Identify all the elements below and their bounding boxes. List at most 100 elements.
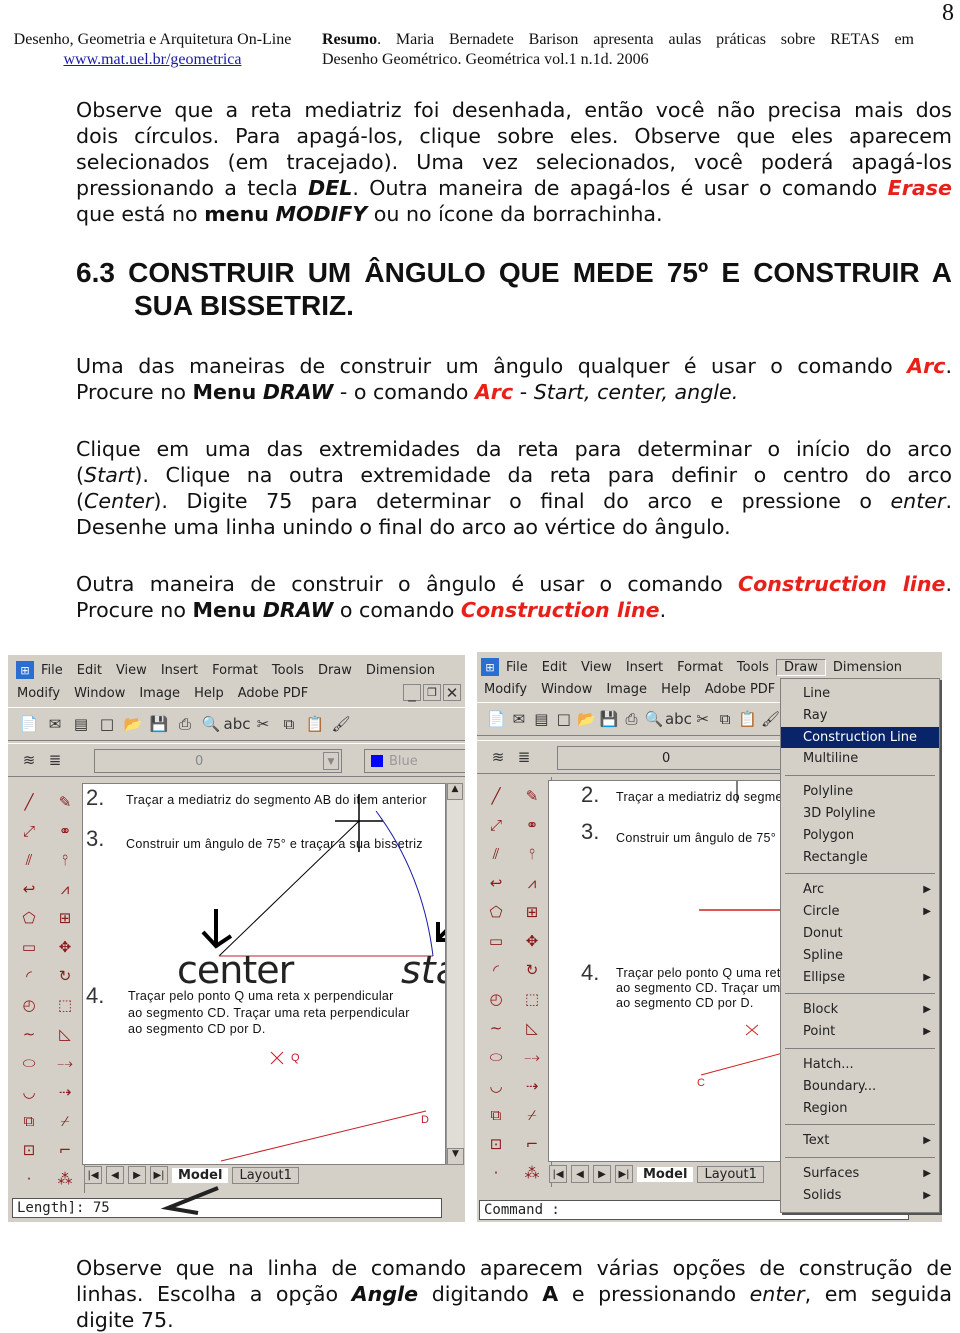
trim-icon[interactable]: ⤍ <box>515 1042 549 1071</box>
draw-menu-item-ray[interactable]: Ray <box>781 705 939 727</box>
layers-icon[interactable]: ≋ <box>18 749 40 771</box>
vertical-scrollbar[interactable]: ▲ ▼ <box>446 783 464 1165</box>
construction-line-icon[interactable]: ⤢ <box>479 810 513 839</box>
next-tab-icon[interactable]: ▶ <box>128 1166 146 1184</box>
new-icon[interactable]: □ <box>555 708 573 730</box>
cut-icon[interactable]: ✂ <box>693 708 711 730</box>
draw-menu-item-point[interactable]: Point ▶ <box>781 1021 939 1043</box>
print-preview-icon[interactable]: 🔍 <box>200 713 222 735</box>
pdf-icon[interactable]: 📄 <box>487 708 506 730</box>
menu-modify[interactable]: Modify <box>10 686 67 701</box>
new-icon[interactable]: □ <box>96 713 118 735</box>
insert-block-icon[interactable]: ⧉ <box>12 1106 46 1135</box>
tab-model[interactable]: Model <box>172 1167 229 1183</box>
print-preview-icon[interactable]: 🔍 <box>645 708 664 730</box>
pdf-review-icon[interactable]: ▤ <box>70 713 92 735</box>
multiline-icon[interactable]: ⫽ <box>12 845 46 874</box>
menu-image[interactable]: Image <box>599 682 654 697</box>
menu-adobe-pdf[interactable]: Adobe PDF <box>698 682 783 697</box>
menu-dimension[interactable]: Dimension <box>826 660 909 675</box>
rotate-icon[interactable]: ↻ <box>515 955 549 984</box>
print-icon[interactable]: ⎙ <box>622 708 640 730</box>
menu-draw[interactable]: Draw <box>311 663 359 678</box>
polygon-icon[interactable]: ⬠ <box>12 903 46 932</box>
open-icon[interactable]: 📂 <box>577 708 596 730</box>
make-block-icon[interactable]: ⊡ <box>479 1129 513 1158</box>
save-icon[interactable]: 💾 <box>148 713 170 735</box>
tab-layout1[interactable]: Layout1 <box>232 1166 299 1184</box>
erase-icon[interactable]: ✎ <box>515 781 549 810</box>
circle-icon[interactable]: ◴ <box>479 984 513 1013</box>
draw-menu-item-construction-line[interactable]: Construction Line <box>781 726 939 749</box>
color-dropdown[interactable]: Blue <box>364 749 465 773</box>
draw-menu-item-boundary[interactable]: Boundary... <box>781 1076 939 1098</box>
restore-icon[interactable]: ❐ <box>423 684 441 701</box>
menu-tools[interactable]: Tools <box>730 660 776 675</box>
menu-file[interactable]: File <box>499 660 535 675</box>
rectangle-icon[interactable]: ▭ <box>12 932 46 961</box>
ellipse-arc-icon[interactable]: ◡ <box>12 1077 46 1106</box>
menu-tools[interactable]: Tools <box>265 663 311 678</box>
print-icon[interactable]: ⎙ <box>174 713 196 735</box>
offset-icon[interactable]: ⩘ <box>48 874 82 903</box>
match-properties-icon[interactable]: 🖌 <box>330 713 352 735</box>
scale-icon[interactable]: ⬚ <box>515 984 549 1013</box>
menu-view[interactable]: View <box>574 660 619 675</box>
copy-object-icon[interactable]: ⚭ <box>515 810 549 839</box>
array-icon[interactable]: ⊞ <box>48 903 82 932</box>
close-icon[interactable]: ✕ <box>443 684 461 702</box>
menu-insert[interactable]: Insert <box>619 660 670 675</box>
draw-menu-item-arc[interactable]: Arc ▶ <box>781 879 939 901</box>
copy-object-icon[interactable]: ⚭ <box>48 816 82 845</box>
construction-line-icon[interactable]: ⤢ <box>12 816 46 845</box>
cut-icon[interactable]: ✂ <box>252 713 274 735</box>
minimize-icon[interactable]: _ <box>403 684 421 702</box>
menu-file[interactable]: File <box>34 663 70 678</box>
menu-adobe-pdf[interactable]: Adobe PDF <box>231 686 316 701</box>
layer-states-icon[interactable]: ≣ <box>513 746 535 768</box>
scroll-down-icon[interactable]: ▼ <box>447 1148 464 1165</box>
rectangle-icon[interactable]: ▭ <box>479 926 513 955</box>
menu-image[interactable]: Image <box>132 686 187 701</box>
pdf-mail-icon[interactable]: ✉ <box>510 708 528 730</box>
menu-window[interactable]: Window <box>67 686 132 701</box>
menu-edit[interactable]: Edit <box>70 663 109 678</box>
layer-dropdown[interactable]: 0 <box>557 746 781 770</box>
extend-icon[interactable]: ⇢ <box>515 1071 549 1100</box>
last-tab-icon[interactable]: ▶| <box>615 1165 633 1183</box>
arc-icon[interactable]: ◜ <box>479 955 513 984</box>
menu-view[interactable]: View <box>109 663 154 678</box>
journal-link[interactable]: www.mat.uel.br/geometrica <box>0 50 305 70</box>
menu-edit[interactable]: Edit <box>535 660 574 675</box>
menu-help[interactable]: Help <box>654 682 698 697</box>
menu-insert[interactable]: Insert <box>154 663 205 678</box>
array-icon[interactable]: ⊞ <box>515 897 549 926</box>
chamfer-icon[interactable]: ⌐ <box>515 1129 549 1158</box>
move-icon[interactable]: ✥ <box>515 926 549 955</box>
point-icon[interactable]: · <box>12 1164 46 1193</box>
move-icon[interactable]: ✥ <box>48 932 82 961</box>
draw-menu-item-multiline[interactable]: Multiline <box>781 748 939 770</box>
menu-modify[interactable]: Modify <box>477 682 534 697</box>
line-icon[interactable]: ╱ <box>12 787 46 816</box>
line-icon[interactable]: ╱ <box>479 781 513 810</box>
copy-icon[interactable]: ⧉ <box>278 713 300 735</box>
explode-icon[interactable]: ⁂ <box>515 1158 549 1187</box>
open-icon[interactable]: 📂 <box>122 713 144 735</box>
chamfer-icon[interactable]: ⌐ <box>48 1135 82 1164</box>
draw-menu-item-solids[interactable]: Solids ▶ <box>781 1185 939 1207</box>
polyline-icon[interactable]: ↩ <box>479 868 513 897</box>
menu-draw[interactable]: Draw <box>775 658 826 676</box>
pdf-mail-icon[interactable]: ✉ <box>44 713 66 735</box>
prev-tab-icon[interactable]: ◀ <box>571 1165 589 1183</box>
layer-states-icon[interactable]: ≣ <box>44 749 66 771</box>
match-properties-icon[interactable]: 🖌 <box>761 708 780 730</box>
drawing-area[interactable]: 2. Traçar a mediatriz do segmento AB do … <box>548 780 782 1162</box>
draw-menu-item-rectangle[interactable]: Rectangle <box>781 847 939 869</box>
break-icon[interactable]: ⌿ <box>48 1106 82 1135</box>
first-tab-icon[interactable]: |◀ <box>84 1166 102 1184</box>
draw-menu-item-3d-polyline[interactable]: 3D Polyline <box>781 803 939 825</box>
scroll-up-icon[interactable]: ▲ <box>447 783 463 800</box>
stretch-icon[interactable]: ◺ <box>48 1019 82 1048</box>
tab-layout1[interactable]: Layout1 <box>697 1165 764 1183</box>
